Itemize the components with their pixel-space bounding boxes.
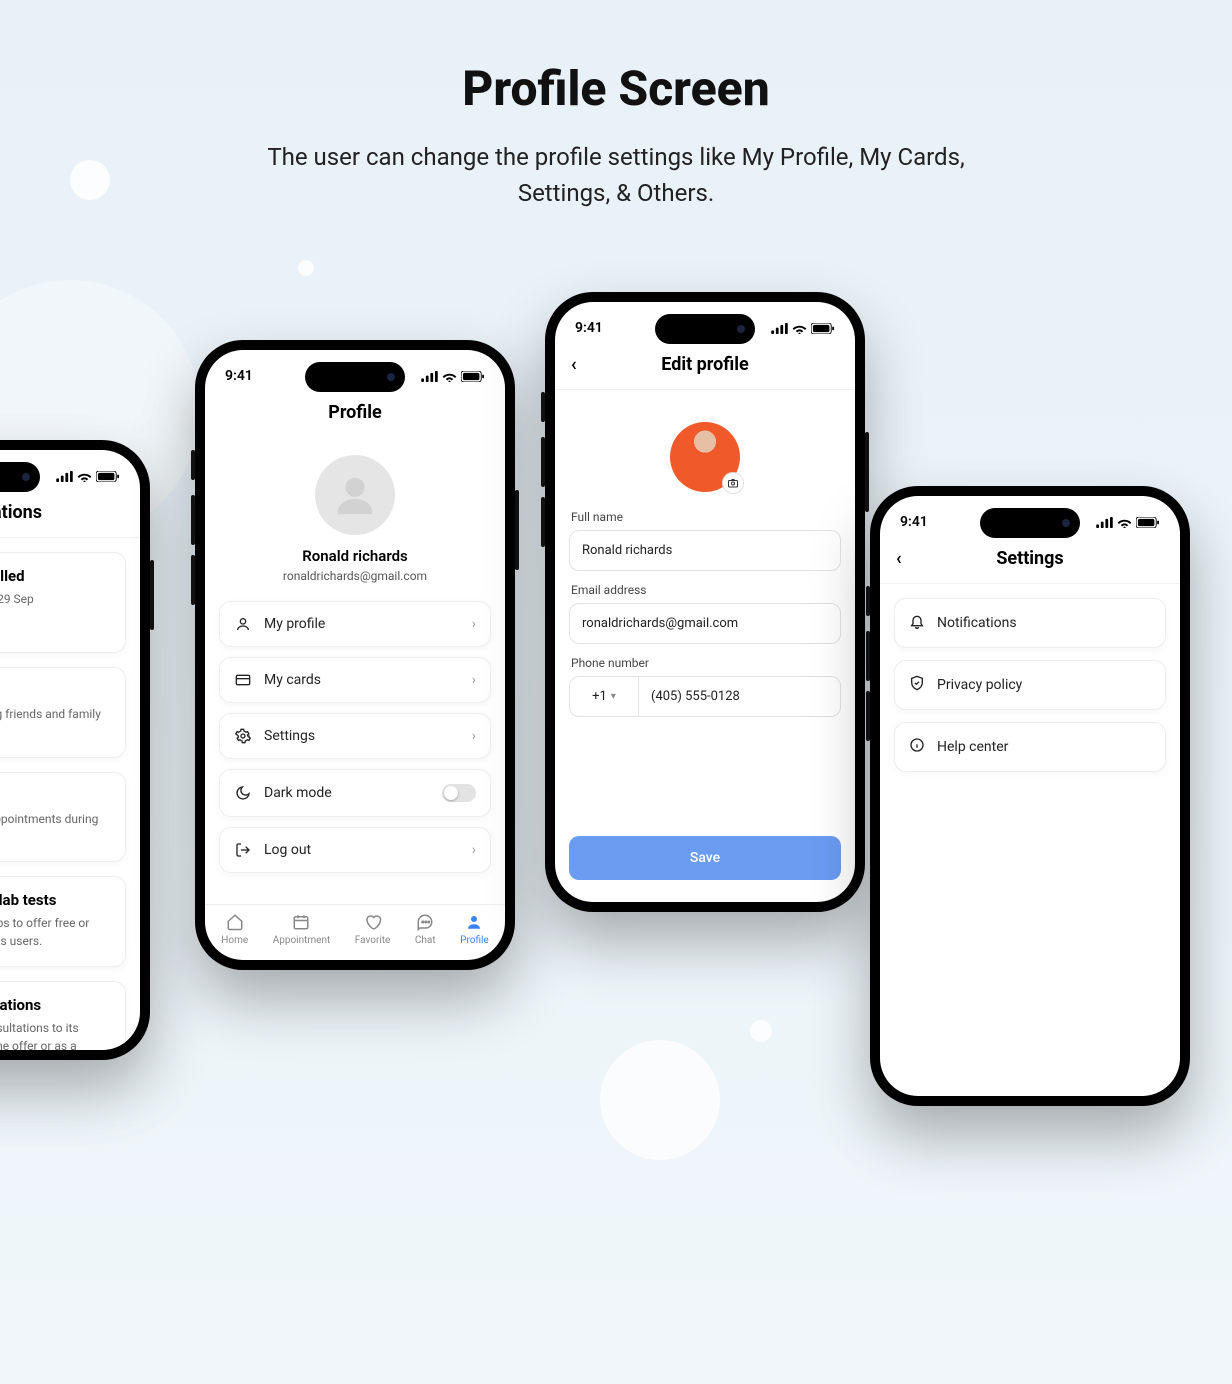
tab-label: Profile (460, 935, 489, 946)
notification-body: Collaborate with local labs to offer fre… (0, 915, 111, 950)
notification-body: Discounts on booking appointments during… (0, 811, 111, 846)
calendar-icon (292, 913, 310, 931)
notification-body: Appointment cancel for 29 Sep (0, 591, 111, 608)
notification-time: 2h ago (0, 618, 111, 635)
home-icon (226, 913, 244, 931)
menu-label: Settings (264, 728, 460, 744)
status-time: 9:41 (225, 368, 253, 384)
settings-label: Privacy policy (937, 677, 1022, 693)
card-icon (234, 672, 252, 688)
page-title: Profile Screen (0, 0, 1232, 117)
back-button[interactable]: ‹ (571, 354, 577, 375)
tab-profile[interactable]: Profile (460, 913, 489, 946)
tab-label: Chat (415, 935, 436, 946)
chevron-down-icon: ▾ (611, 691, 616, 702)
notification-title: Free or discounted lab tests (0, 891, 111, 909)
notification-title: Appointment cancelled (0, 567, 111, 585)
menu-settings[interactable]: Settings › (219, 713, 491, 759)
bell-icon (909, 613, 925, 633)
tab-bar: Home Appointment Favorite Chat Profile (205, 904, 505, 960)
save-button[interactable]: Save (569, 836, 841, 880)
notification-card[interactable]: Appointment cancelled Appointment cancel… (0, 552, 126, 653)
back-button[interactable]: ‹ (896, 548, 902, 569)
notification-card[interactable]: Discount offers Discounts on booking app… (0, 772, 126, 863)
avatar-placeholder[interactable] (315, 455, 395, 535)
notification-title: Discount offers (0, 787, 111, 805)
chat-icon (416, 913, 434, 931)
menu-label: My profile (264, 616, 460, 632)
moon-icon (234, 785, 252, 801)
tab-chat[interactable]: Chat (415, 913, 436, 946)
user-icon (234, 616, 252, 632)
menu-my-profile[interactable]: My profile › (219, 601, 491, 647)
notification-title: Free doctor consultations (0, 996, 111, 1014)
tab-favorite[interactable]: Favorite (355, 913, 391, 946)
full-name-label: Full name (571, 510, 839, 524)
menu-label: My cards (264, 672, 460, 688)
camera-icon (727, 477, 739, 489)
notification-body: Get bonuses for referring friends and fa… (0, 706, 111, 741)
gear-icon (234, 728, 252, 744)
email-label: Email address (571, 583, 839, 597)
screen-header: Profile (205, 392, 505, 437)
chevron-right-icon: › (472, 672, 476, 688)
menu-my-cards[interactable]: My cards › (219, 657, 491, 703)
status-icons (421, 371, 485, 382)
screen-header: Notifications (0, 492, 140, 538)
menu-label: Dark mode (264, 785, 430, 801)
status-time: 9:41 (575, 320, 603, 336)
status-icons (771, 323, 835, 334)
avatar-photo[interactable] (670, 422, 740, 492)
notification-title: Refer and earn now (0, 682, 111, 700)
tab-label: Favorite (355, 935, 391, 946)
heart-icon (364, 913, 382, 931)
notification-body: Offering free doctor consultations to it… (0, 1020, 111, 1050)
screen-header: Settings (996, 548, 1063, 569)
tab-label: Home (221, 935, 248, 946)
page-subtitle: The user can change the profile settings… (256, 139, 976, 211)
tab-home[interactable]: Home (221, 913, 248, 946)
status-time: 9:41 (900, 514, 928, 530)
notification-card[interactable]: Free doctor consultations Offering free … (0, 981, 126, 1050)
phone-number-input[interactable]: (405) 555-0128 (639, 676, 841, 717)
status-icons (56, 471, 120, 482)
menu-label: Log out (264, 842, 460, 858)
phone-code-value: +1 (592, 689, 607, 704)
logout-icon (234, 842, 252, 858)
screen-header: Edit profile (661, 354, 749, 375)
settings-label: Notifications (937, 615, 1017, 631)
settings-help[interactable]: Help center (894, 722, 1166, 772)
menu-log-out[interactable]: Log out › (219, 827, 491, 873)
camera-button[interactable] (722, 472, 744, 494)
tab-label: Appointment (273, 935, 331, 946)
tab-appointment[interactable]: Appointment (273, 913, 331, 946)
dark-mode-toggle[interactable] (442, 784, 476, 802)
chevron-right-icon: › (472, 728, 476, 744)
settings-label: Help center (937, 739, 1008, 755)
full-name-input[interactable]: Ronald richards (569, 530, 841, 571)
notification-card[interactable]: Free or discounted lab tests Collaborate… (0, 876, 126, 967)
menu-dark-mode[interactable]: Dark mode (219, 769, 491, 817)
status-icons (1096, 517, 1160, 528)
user-icon (465, 913, 483, 931)
shield-icon (909, 675, 925, 695)
profile-email: ronaldrichards@gmail.com (219, 569, 491, 583)
profile-name: Ronald richards (219, 547, 491, 565)
email-input[interactable]: ronaldrichards@gmail.com (569, 603, 841, 644)
phone-label: Phone number (571, 656, 839, 670)
chevron-right-icon: › (472, 616, 476, 632)
notification-card[interactable]: Refer and earn now Get bonuses for refer… (0, 667, 126, 758)
settings-privacy[interactable]: Privacy policy (894, 660, 1166, 710)
chevron-right-icon: › (472, 842, 476, 858)
settings-notifications[interactable]: Notifications (894, 598, 1166, 648)
info-icon (909, 737, 925, 757)
phone-code-select[interactable]: +1 ▾ (569, 676, 639, 717)
